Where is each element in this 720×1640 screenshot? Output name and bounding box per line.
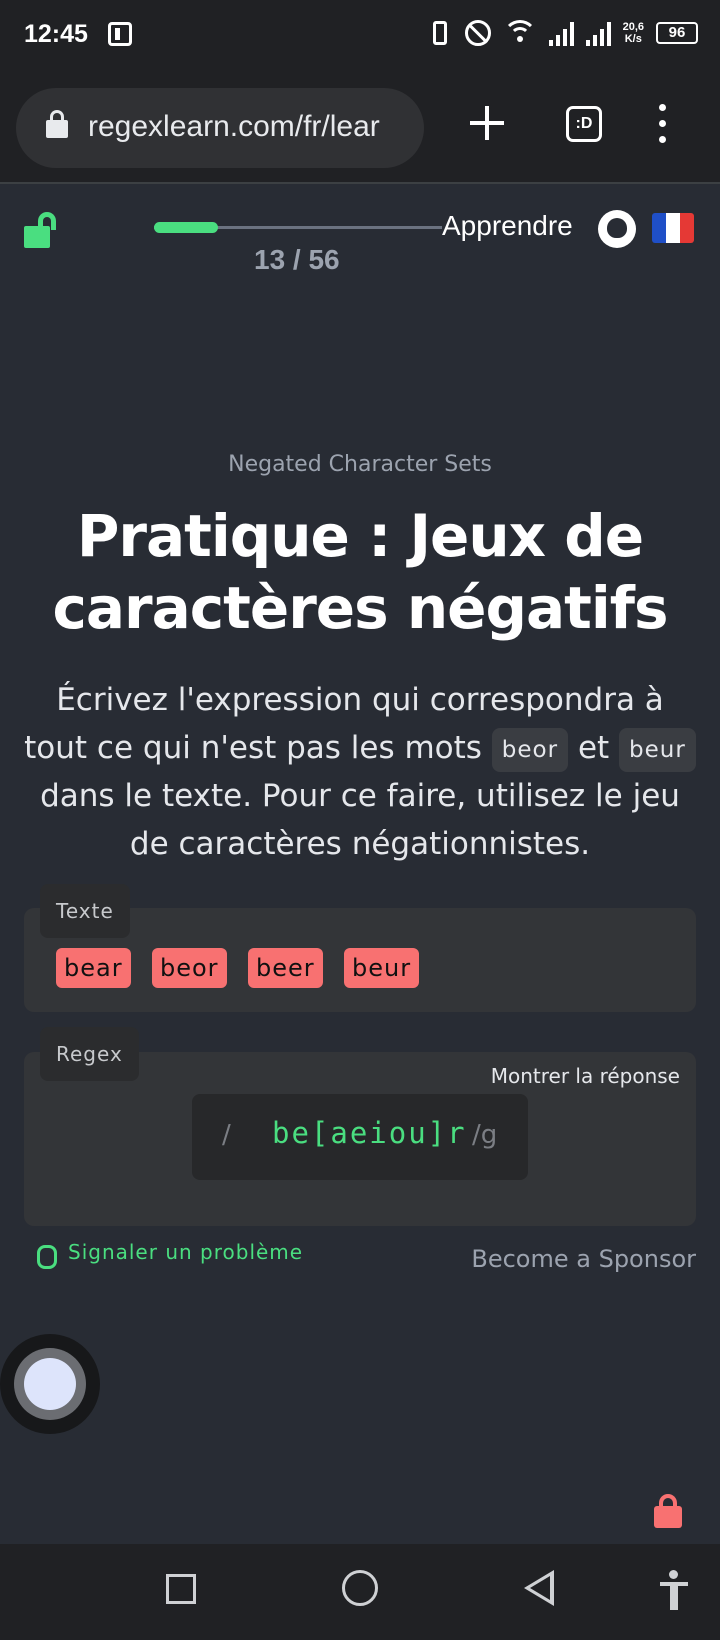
lesson-title: Pratique : Jeux de caractères négatifs [52, 502, 668, 642]
system-nav-bar [0, 1544, 720, 1640]
more-menu-icon[interactable] [656, 104, 668, 144]
vibrate-icon [432, 21, 447, 45]
recents-icon[interactable] [166, 1574, 196, 1604]
match-word-beer: beer [248, 948, 323, 988]
url-text[interactable]: regexlearn.com/fr/lear [88, 110, 424, 144]
accessibility-icon[interactable] [658, 1570, 690, 1610]
status-bar: 12:45 20,6 K/s 96 [0, 0, 720, 76]
desc-part1: Écrivez l'expression qui correspondra à … [24, 682, 664, 766]
tab-switcher-button[interactable]: :D [566, 106, 602, 142]
regex-input[interactable]: be[aeiou]r [272, 1116, 467, 1150]
home-icon[interactable] [342, 1570, 378, 1606]
show-answer-link[interactable]: Montrer la réponse [491, 1064, 680, 1088]
bug-icon[interactable] [32, 1240, 58, 1269]
regex-input-box[interactable]: / be[aeiou]r /g [192, 1094, 528, 1180]
regex-open-slash: / [222, 1120, 231, 1150]
learn-link[interactable]: Apprendre [442, 210, 573, 242]
browser-toolbar: regexlearn.com/fr/lear :D [0, 76, 720, 184]
status-icons: 20,6 K/s 96 [427, 20, 698, 46]
new-tab-icon[interactable] [470, 106, 504, 140]
match-word-beur: beur [344, 948, 420, 988]
text-card-tag: Texte [40, 884, 130, 938]
app-notification-icon [108, 22, 132, 46]
clock: 12:45 [24, 20, 88, 48]
french-flag-icon[interactable] [652, 213, 694, 243]
lock-icon-red[interactable] [654, 1494, 684, 1528]
address-bar[interactable]: regexlearn.com/fr/lear [16, 88, 424, 168]
lesson-description: Écrivez l'expression qui correspondra à … [20, 676, 700, 868]
do-not-disturb-icon [464, 20, 491, 46]
progress-fill [154, 222, 218, 233]
match-word-beor: beor [152, 948, 227, 988]
wifi-icon [502, 20, 537, 46]
back-icon[interactable] [524, 1570, 554, 1606]
regex-card-tag: Regex [40, 1027, 139, 1081]
unlock-icon[interactable] [24, 212, 60, 248]
desc-and: et [577, 730, 610, 766]
report-problem-link[interactable]: Signaler un problème [68, 1240, 303, 1264]
battery-icon: 96 [656, 22, 698, 44]
code-beor: beor [491, 727, 569, 772]
progress-text: 13 / 56 [254, 244, 340, 275]
network-speed-value: 20,6 [622, 21, 644, 33]
signal-icon [548, 20, 574, 46]
regex-flags: /g [472, 1120, 498, 1150]
lesson-subtitle: Negated Character Sets [228, 452, 492, 477]
floating-assistant-button[interactable] [0, 1334, 100, 1434]
sponsor-link[interactable]: Become a Sponsor [471, 1245, 696, 1273]
code-beur: beur [619, 727, 696, 772]
desc-part2: dans le texte. Pour ce faire, utilisez l… [40, 778, 680, 862]
match-word-bear: bear [56, 948, 131, 988]
lock-icon[interactable] [46, 110, 68, 138]
signal-icon-2 [585, 20, 611, 46]
github-icon[interactable] [598, 210, 636, 248]
network-speed-unit: K/s [624, 33, 642, 45]
network-speed: 20,6 K/s [623, 21, 644, 45]
